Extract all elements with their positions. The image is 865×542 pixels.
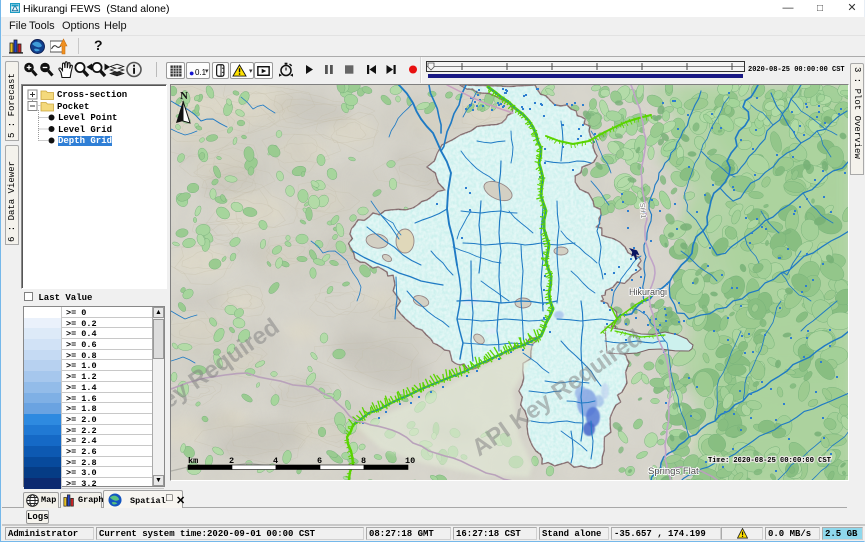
svg-text:8: 8	[361, 456, 366, 466]
svg-text:km: km	[188, 456, 198, 466]
svg-text:Time: 2020-08-25 00:00:00 CST: Time: 2020-08-25 00:00:00 CST	[708, 457, 832, 465]
svg-text:4: 4	[273, 456, 278, 466]
svg-text:2: 2	[229, 456, 234, 466]
svg-text:SH 1: SH 1	[638, 203, 646, 219]
svg-text:Hikurangi: Hikurangi	[629, 287, 667, 297]
svg-text:Springs Flat: Springs Flat	[648, 466, 699, 477]
svg-text:10: 10	[405, 456, 415, 466]
svg-text:N: N	[180, 90, 188, 102]
svg-text:6: 6	[317, 456, 322, 466]
